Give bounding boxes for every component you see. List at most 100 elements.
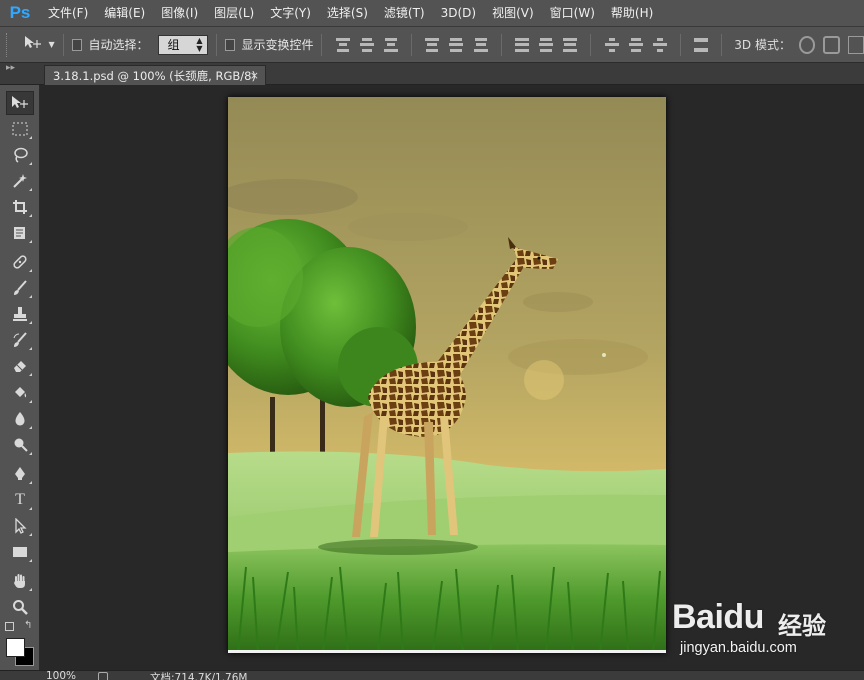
path-selection-tool[interactable]: [6, 514, 34, 538]
menu-layer[interactable]: 图层(L): [206, 0, 262, 27]
share-icon[interactable]: [98, 672, 108, 680]
stepper-arrows-icon: ▲ ▼: [196, 35, 203, 53]
align-vertical-centers-button[interactable]: [359, 37, 374, 52]
align-right-edges-button[interactable]: [473, 37, 488, 52]
watermark-url: jingyan.baidu.com: [680, 640, 797, 656]
eraser-tool[interactable]: [6, 354, 34, 378]
magnifier-icon: [13, 600, 28, 615]
magic-wand-icon: [13, 174, 27, 188]
distribute-horizontal-centers-button[interactable]: [628, 37, 643, 52]
move-icon: [12, 96, 28, 108]
rectangular-marquee-icon: [12, 122, 28, 136]
menu-view[interactable]: 视图(V): [484, 0, 542, 27]
auto-select-dropdown[interactable]: 组 ▲ ▼: [158, 34, 208, 55]
zoom-level[interactable]: 100%: [46, 671, 76, 680]
document-tab[interactable]: 3.18.1.psd @ 100% (长颈鹿, RGB/8) ×: [44, 65, 266, 85]
magic-wand-tool[interactable]: [6, 169, 34, 193]
crop-tool[interactable]: [6, 195, 34, 219]
toolbox: T ↰: [0, 85, 40, 670]
3d-pan-icon[interactable]: [847, 35, 864, 54]
crop-icon: [13, 200, 27, 214]
brush-tool[interactable]: [6, 276, 34, 300]
type-icon: T: [15, 491, 25, 508]
history-brush-tool[interactable]: [6, 328, 34, 352]
menu-select[interactable]: 选择(S): [319, 0, 376, 27]
menu-3d[interactable]: 3D(D): [433, 0, 484, 27]
align-horizontal-centers-button[interactable]: [449, 37, 464, 52]
status-bar: 100% 文档:714.7K/1.76M: [0, 670, 864, 680]
swap-colors-icon[interactable]: ↰: [24, 620, 32, 631]
distribute-bottom-button[interactable]: [563, 37, 578, 52]
collapse-panel-icon[interactable]: ▸▸: [6, 63, 15, 73]
options-bar-grip[interactable]: [6, 32, 11, 57]
lasso-icon: [14, 147, 28, 163]
zoom-tool[interactable]: [6, 595, 34, 619]
menu-file[interactable]: 文件(F): [40, 0, 96, 27]
eyedropper-icon: [14, 227, 25, 239]
distribute-top-button[interactable]: [514, 37, 529, 52]
paint-bucket-icon: [15, 387, 27, 398]
blur-tool[interactable]: [6, 407, 34, 431]
brush-icon: [14, 280, 27, 295]
show-transform-checkbox[interactable]: [224, 38, 236, 51]
options-bar: ▼ 自动选择： 组 ▲ ▼ 显示变换控件 3D 模式：: [0, 27, 864, 63]
align-top-edges-button[interactable]: [335, 37, 350, 52]
distribute-vertical-centers-button[interactable]: [539, 37, 554, 52]
menu-window[interactable]: 窗口(W): [542, 0, 603, 27]
path-selection-icon: [15, 518, 27, 534]
menu-image[interactable]: 图像(I): [153, 0, 206, 27]
menu-edit[interactable]: 编辑(E): [96, 0, 153, 27]
eraser-icon: [14, 361, 26, 372]
auto-select-checkbox[interactable]: [71, 38, 83, 51]
pen-tool[interactable]: [6, 462, 34, 486]
history-brush-icon: [13, 332, 27, 347]
hand-tool[interactable]: [6, 569, 34, 593]
marquee-tool[interactable]: [6, 117, 34, 141]
auto-align-layers-button[interactable]: [694, 37, 709, 52]
bandage-icon: [13, 255, 27, 269]
menu-filter[interactable]: 滤镜(T): [376, 0, 433, 27]
blur-drop-icon: [15, 412, 25, 426]
divider: [215, 33, 217, 56]
move-icon: [23, 35, 43, 55]
foreground-color-swatch[interactable]: [6, 638, 25, 657]
document-info[interactable]: 文档:714.7K/1.76M: [150, 671, 247, 680]
tool-preset-picker[interactable]: ▼: [23, 35, 55, 55]
paint-bucket-tool[interactable]: [6, 381, 34, 405]
3d-mode-label: 3D 模式：: [734, 38, 791, 52]
chevron-down-icon: ▼: [48, 40, 55, 49]
divider: [721, 33, 723, 56]
rectangle-tool[interactable]: [6, 540, 34, 564]
auto-select-label: 自动选择：: [88, 38, 149, 52]
baidu-jingyan-watermark: Baidu 经验 jingyan.baidu.com: [666, 584, 846, 662]
type-tool[interactable]: T: [6, 488, 34, 512]
close-icon[interactable]: ×: [250, 69, 259, 82]
healing-brush-tool[interactable]: [6, 250, 34, 274]
align-left-edges-button[interactable]: [425, 37, 440, 52]
document-canvas[interactable]: [228, 97, 666, 653]
align-bottom-edges-button[interactable]: [384, 37, 398, 52]
3d-rotate-icon[interactable]: [799, 35, 816, 54]
lasso-tool[interactable]: [6, 143, 34, 167]
menu-help[interactable]: 帮助(H): [603, 0, 661, 27]
default-colors-icon[interactable]: [5, 622, 14, 631]
eyedropper-tool[interactable]: [6, 221, 34, 245]
watermark-cn: 经验: [778, 612, 826, 640]
divider: [680, 33, 682, 56]
distribute-left-button[interactable]: [604, 37, 619, 52]
rectangle-shape-icon: [13, 547, 27, 557]
divider: [321, 33, 323, 56]
document-tab-bar: ▸▸ 3.18.1.psd @ 100% (长颈鹿, RGB/8) ×: [0, 63, 864, 85]
3d-roll-icon[interactable]: [823, 35, 840, 54]
divider: [500, 33, 502, 56]
dodge-tool[interactable]: [6, 433, 34, 457]
workspace: [41, 85, 864, 670]
photoshop-logo: Ps: [9, 3, 31, 22]
auto-select-value: 组: [167, 38, 180, 52]
move-tool[interactable]: [6, 91, 34, 115]
dodge-icon: [14, 438, 28, 452]
distribute-right-button[interactable]: [652, 37, 667, 52]
document-tab-title: 3.18.1.psd @ 100% (长颈鹿, RGB/8): [53, 68, 256, 83]
clone-stamp-tool[interactable]: [6, 302, 34, 326]
menu-type[interactable]: 文字(Y): [262, 0, 319, 27]
